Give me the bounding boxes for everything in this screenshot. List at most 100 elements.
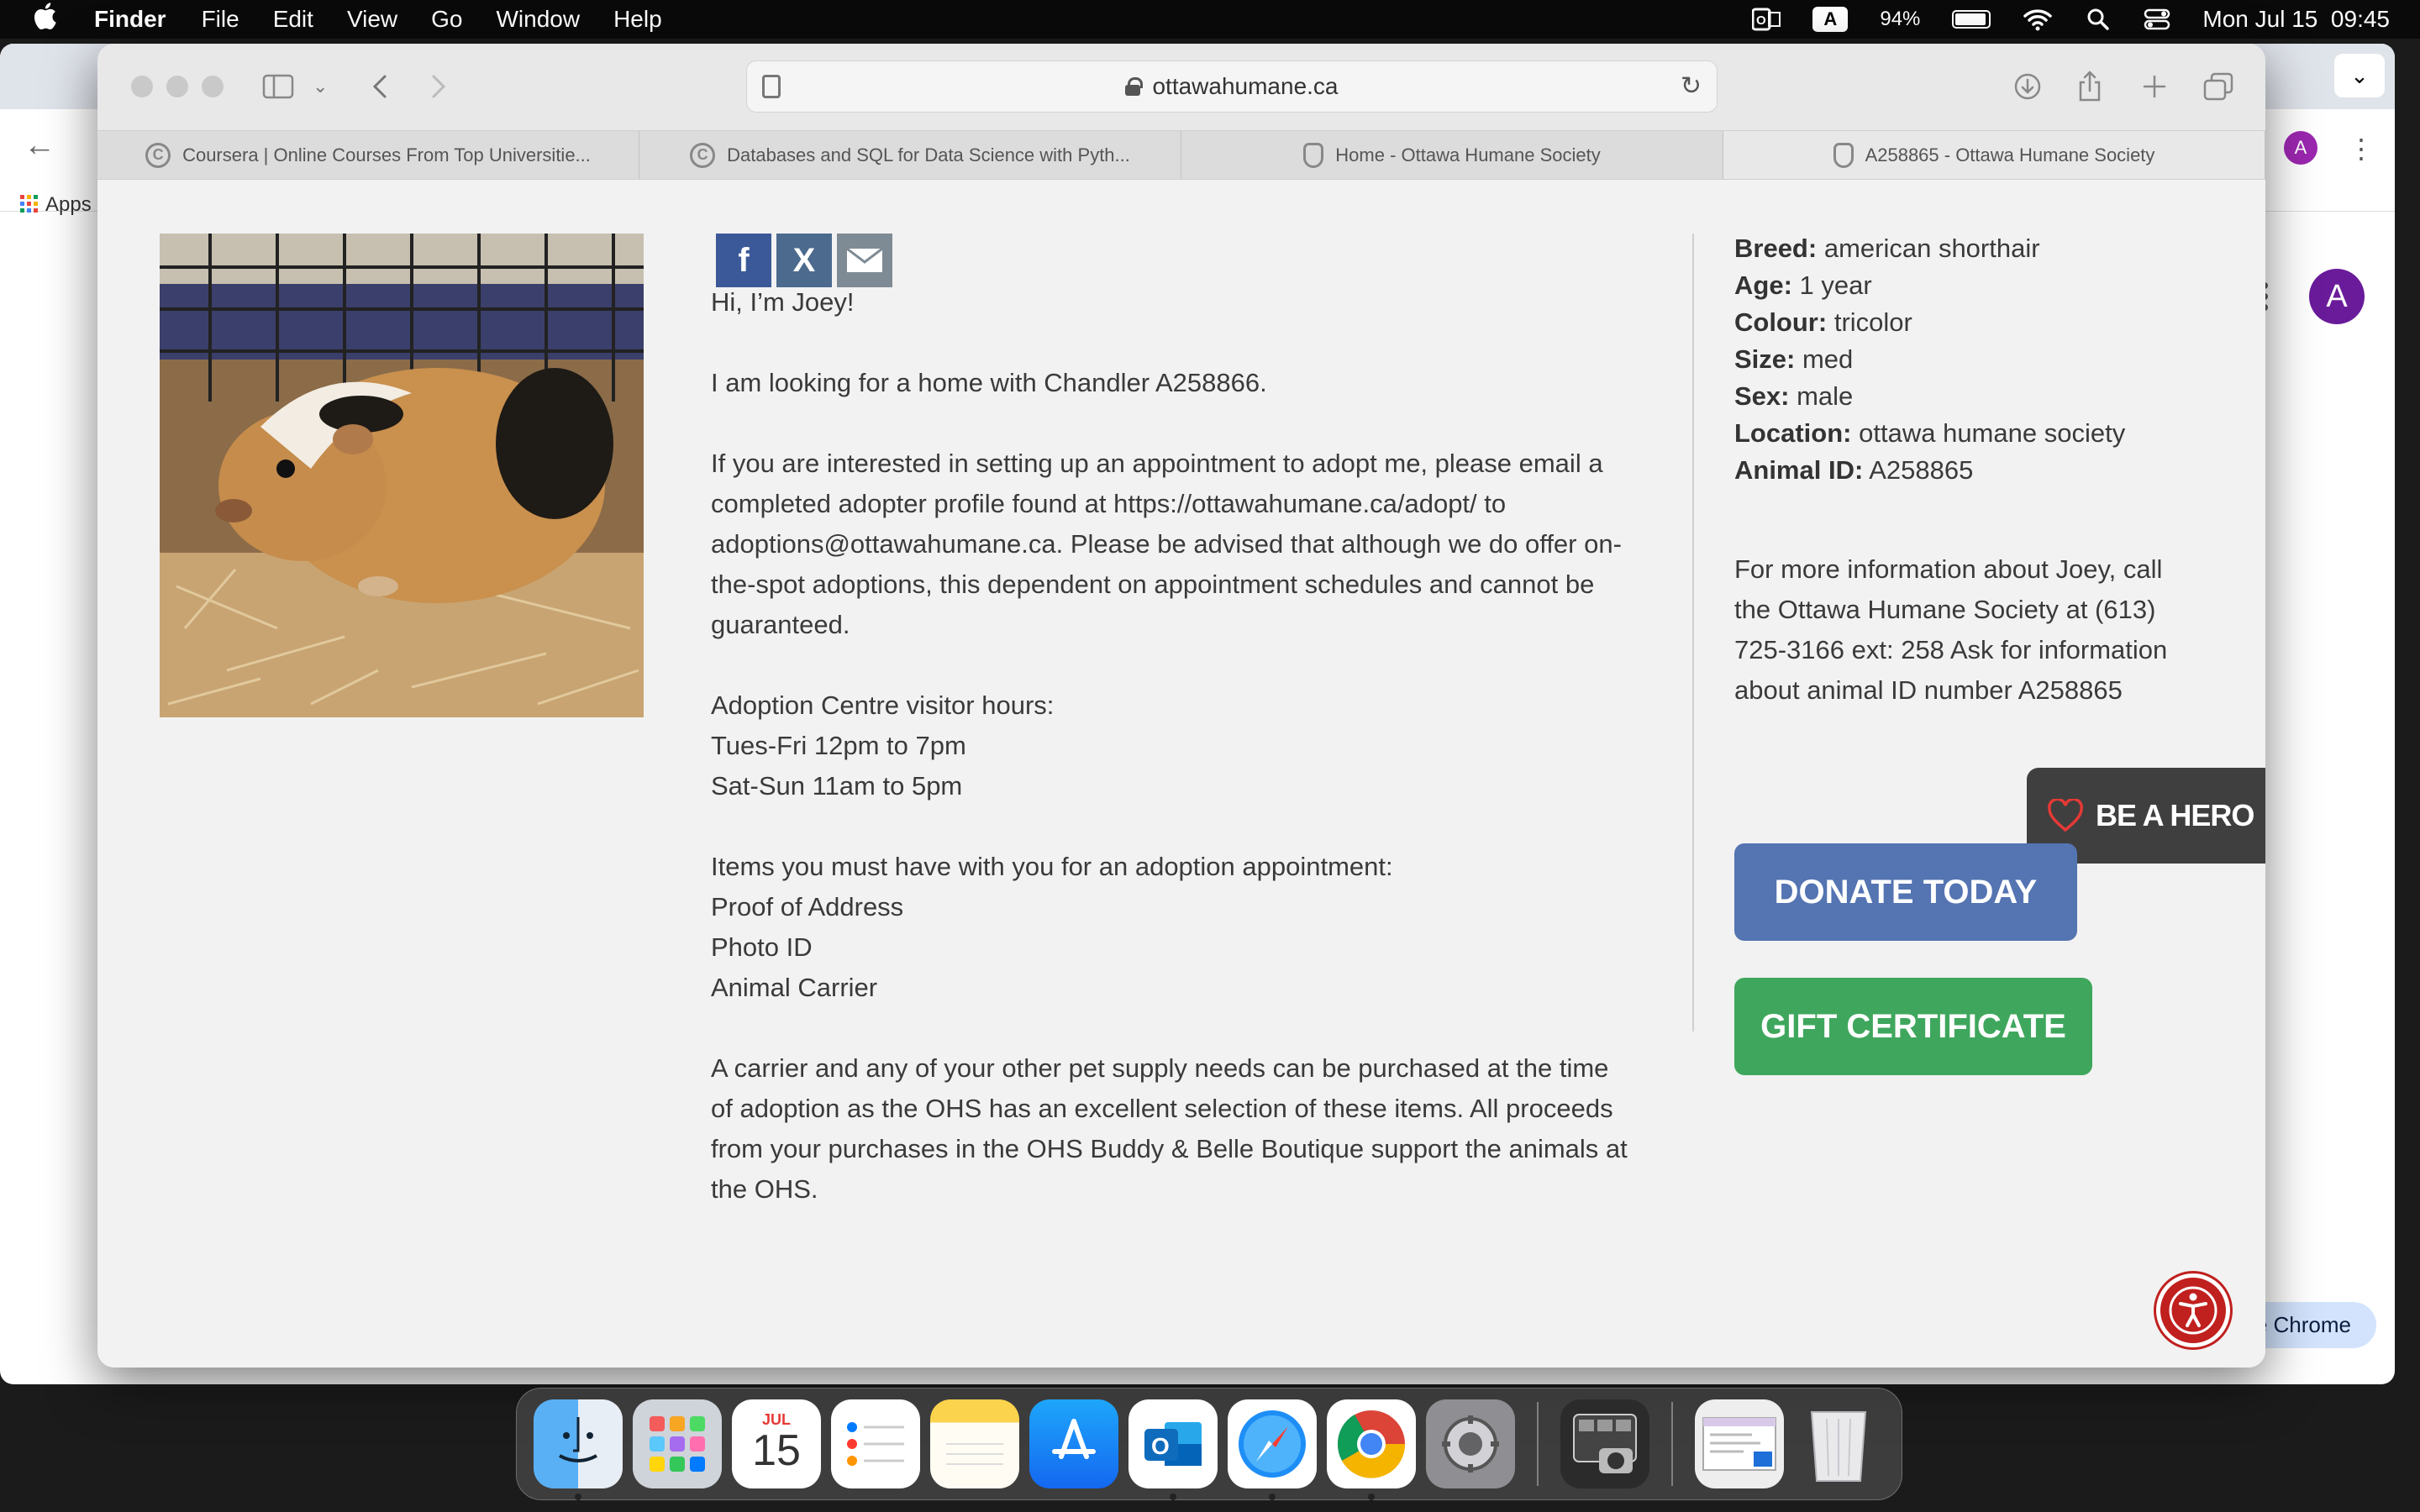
- control-center-icon[interactable]: [2144, 6, 2170, 33]
- battery-icon[interactable]: [1952, 6, 1991, 33]
- be-a-hero-label: BE A HERO: [2096, 798, 2254, 832]
- carrier-note: A carrier and any of your other pet supp…: [711, 1053, 1628, 1204]
- accessibility-icon[interactable]: [2156, 1273, 2230, 1347]
- finder-icon[interactable]: [534, 1399, 623, 1500]
- email-share-icon[interactable]: [837, 234, 892, 287]
- launchpad-icon[interactable]: [633, 1399, 722, 1488]
- greeting-text: Hi, I’m Joey!: [711, 287, 855, 317]
- spotlight-search-icon[interactable]: [2085, 6, 2112, 33]
- menu-edit[interactable]: Edit: [273, 6, 313, 33]
- page-content: f X Hi, I’m Joey! I am looking for a hom…: [97, 180, 2265, 1368]
- tab-databases-sql[interactable]: C Databases and SQL for Data Science wit…: [639, 131, 1181, 179]
- outlook-status-icon[interactable]: O: [1752, 6, 1781, 33]
- address-bar[interactable]: ottawahumane.ca ↻: [746, 60, 1718, 113]
- zoom-window-button[interactable]: [202, 76, 224, 97]
- notes-icon[interactable]: [930, 1399, 1019, 1488]
- calendar-day: 15: [752, 1425, 801, 1475]
- input-source-icon[interactable]: A: [1812, 7, 1849, 32]
- fact-location: Location: ottawa humane society: [1734, 418, 2126, 448]
- fact-breed: Breed: american shorthair: [1734, 234, 2040, 263]
- downloads-icon[interactable]: [2013, 66, 2042, 108]
- required-items: Items you must have with you for an adop…: [711, 847, 1635, 1008]
- facebook-share-icon[interactable]: f: [716, 234, 771, 287]
- sidebar-toggle-icon[interactable]: [262, 66, 294, 108]
- system-settings-icon[interactable]: [1426, 1399, 1515, 1488]
- fact-sex: Sex: male: [1734, 381, 1854, 411]
- menu-help[interactable]: Help: [613, 6, 662, 33]
- hours-weekday: Tues-Fri 12pm to 7pm: [711, 731, 966, 760]
- new-tab-icon[interactable]: [2143, 66, 2166, 108]
- item-photo-id: Photo ID: [711, 932, 813, 962]
- reload-icon[interactable]: ↻: [1681, 71, 1702, 101]
- adoption-interest-text: If you are interested in setting up an a…: [711, 449, 1622, 639]
- items-title: Items you must have with you for an adop…: [711, 852, 1393, 881]
- menubar-clock[interactable]: Mon Jul 15 09:45: [2202, 6, 2390, 33]
- coursera-icon: C: [145, 142, 171, 168]
- tab-animal-a258865[interactable]: A258865 - Ottawa Humane Society: [1723, 131, 2265, 179]
- dock: JUL 15 O: [516, 1388, 1902, 1500]
- looking-text: I am looking for a home with Chandler A2…: [711, 368, 1267, 397]
- coursera-icon: C: [690, 142, 716, 168]
- tab-ottawa-humane-home[interactable]: Home - Ottawa Humane Society: [1181, 131, 1723, 179]
- wifi-icon[interactable]: [2023, 6, 2053, 33]
- screenshot-icon[interactable]: [1560, 1399, 1649, 1488]
- google-account-avatar[interactable]: A: [2309, 269, 2365, 324]
- fact-animal-id: Animal ID: A258865: [1734, 455, 1974, 485]
- x-share-icon[interactable]: X: [776, 234, 832, 287]
- forward-icon[interactable]: [430, 66, 447, 108]
- chrome-profile-avatar[interactable]: A: [2284, 131, 2317, 165]
- tab-overview-icon[interactable]: [2203, 66, 2233, 108]
- share-icon[interactable]: [2077, 66, 2102, 108]
- chrome-back-icon[interactable]: ←: [24, 128, 55, 164]
- hours-title: Adoption Centre visitor hours:: [711, 690, 1055, 720]
- dock-separator: [1537, 1402, 1539, 1486]
- chrome-menu-icon[interactable]: ⋮: [2348, 133, 2375, 165]
- svg-text:O: O: [1151, 1433, 1170, 1459]
- close-window-button[interactable]: [131, 76, 153, 97]
- tab-title: Databases and SQL for Data Science with …: [727, 144, 1130, 165]
- address-url[interactable]: ottawahumane.ca: [1152, 73, 1338, 100]
- page-menu-icon[interactable]: [762, 75, 781, 98]
- menu-bar: Finder File Edit View Go Window Help O A…: [0, 0, 2420, 39]
- menu-go[interactable]: Go: [431, 6, 462, 33]
- app-store-icon[interactable]: [1029, 1399, 1118, 1488]
- shield-icon: [1303, 142, 1324, 168]
- donate-today-button[interactable]: DONATE TODAY: [1734, 843, 2077, 941]
- apple-icon[interactable]: [32, 2, 66, 38]
- fact-colour: Colour: tricolor: [1734, 307, 1912, 337]
- item-animal-carrier: Animal Carrier: [711, 973, 878, 1002]
- tab-coursera[interactable]: C Coursera | Online Courses From Top Uni…: [97, 131, 639, 179]
- minimize-window-button[interactable]: [166, 76, 188, 97]
- column-divider: [1692, 234, 1694, 1032]
- tab-title: A258865 - Ottawa Humane Society: [1865, 144, 2155, 165]
- heart-icon: [2047, 797, 2084, 832]
- chrome-tab-search-icon[interactable]: ⌄: [2334, 54, 2385, 97]
- back-icon[interactable]: [371, 66, 388, 108]
- safari-icon[interactable]: [1228, 1399, 1317, 1500]
- fact-age: Age: 1 year: [1734, 270, 1872, 300]
- calendar-icon[interactable]: JUL 15: [732, 1399, 821, 1488]
- chrome-apps-bookmark[interactable]: Apps: [20, 193, 92, 217]
- shield-icon: [1833, 142, 1854, 168]
- reminders-icon[interactable]: [831, 1399, 920, 1488]
- safari-toolbar: ⌄ ottawahumane.ca ↻: [97, 44, 2265, 131]
- outlook-icon[interactable]: O: [1128, 1399, 1218, 1500]
- visitor-hours: Adoption Centre visitor hours: Tues-Fri …: [711, 685, 1635, 806]
- menu-view[interactable]: View: [347, 6, 397, 33]
- lock-icon: [1125, 77, 1144, 96]
- trash-icon[interactable]: [1794, 1399, 1883, 1488]
- app-name[interactable]: Finder: [94, 6, 166, 33]
- preview-window-icon[interactable]: [1695, 1399, 1784, 1488]
- chrome-apps-label: Apps: [45, 193, 92, 216]
- animal-facts: Breed: american shorthair Age: 1 year Co…: [1734, 230, 2125, 489]
- guinea-pig-photo: [160, 234, 644, 717]
- battery-percent: 94%: [1880, 8, 1921, 30]
- fact-size: Size: med: [1734, 344, 1854, 374]
- chrome-icon[interactable]: [1327, 1399, 1416, 1500]
- dock-separator: [1671, 1402, 1673, 1486]
- menu-file[interactable]: File: [202, 6, 239, 33]
- menu-window[interactable]: Window: [496, 6, 580, 33]
- gift-certificate-button[interactable]: GIFT CERTIFICATE: [1734, 978, 2092, 1075]
- tab-group-chevron-icon[interactable]: ⌄: [313, 66, 328, 108]
- more-info-text: For more information about Joey, call th…: [1734, 554, 2168, 705]
